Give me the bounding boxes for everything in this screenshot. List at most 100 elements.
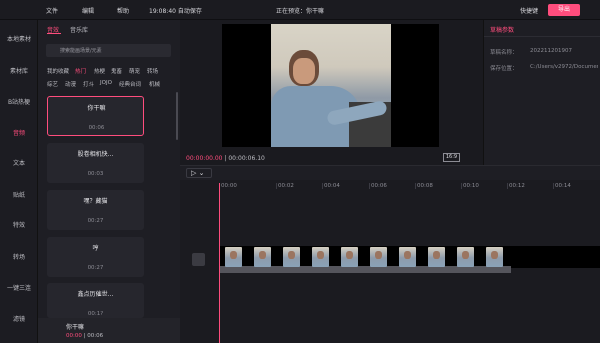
nav-effects[interactable]: 特效 <box>0 220 38 229</box>
props-title: 草稿参数 <box>490 27 515 34</box>
nav-local-media[interactable]: 本地素材 <box>0 34 38 43</box>
thumbnail-face <box>375 251 382 259</box>
sound-card[interactable]: 哼 00:27 <box>47 237 144 277</box>
props-divider <box>484 36 600 37</box>
clip-thumbnail <box>254 247 271 267</box>
sound-card[interactable]: 嘿？藏猫 00:27 <box>47 190 144 230</box>
category-jojo[interactable]: JOJO <box>100 80 112 86</box>
ruler-label: 00:04 <box>324 183 340 189</box>
sound-card-name: 股卷相机快... <box>77 151 114 158</box>
save-location-label: 保存位置： <box>490 66 518 72</box>
thumbnail-face <box>259 251 266 259</box>
nav-triple-action[interactable]: 一键三连 <box>0 283 38 292</box>
thumbnail-face <box>288 251 295 259</box>
track-toggle-button[interactable] <box>192 253 205 266</box>
ruler-label: 00:02 <box>278 183 294 189</box>
select-tool-button[interactable]: ▷ ⌄ <box>186 168 212 178</box>
clip-thumbnail <box>283 247 300 267</box>
pointer-icon: ▷ ⌄ <box>191 169 205 177</box>
category-remix[interactable]: 鬼畜 <box>111 67 122 75</box>
ruler-tick <box>415 183 416 189</box>
nav-transitions[interactable]: 转场 <box>0 252 38 261</box>
ruler-tick <box>369 183 370 189</box>
preview-total-time: 00:00:06.10 <box>228 155 265 162</box>
thumbnail-face <box>491 251 498 259</box>
ruler-label: 00:00 <box>221 183 237 189</box>
ruler-label: 00:14 <box>555 183 571 189</box>
clip-thumbnail <box>428 247 445 267</box>
save-location-value: C:/Users/v2972/Documents <box>530 64 598 70</box>
nav-media-library[interactable]: 素材库 <box>0 66 38 75</box>
preview-timecode: 00:00:00.00 | 00:00:06.10 <box>186 155 265 162</box>
nav-filters[interactable]: 滤镜 <box>0 314 38 323</box>
audio-player-bar <box>38 318 180 343</box>
sound-card-duration: 00:27 <box>87 265 104 271</box>
sound-card-duration: 00:1? <box>87 311 104 317</box>
thumbnail-face <box>230 251 237 259</box>
sound-card-name: 哼 <box>92 245 99 252</box>
category-transitions[interactable]: 转场 <box>147 67 158 75</box>
category-memes[interactable]: 热梗 <box>94 67 105 75</box>
nav-stickers[interactable]: 贴纸 <box>0 190 38 199</box>
sound-card[interactable]: 股卷相机快... 00:03 <box>47 143 144 183</box>
preview-current-time: 00:00:00.00 <box>186 155 223 162</box>
thumbnail-face <box>346 251 353 259</box>
ruler-tick <box>461 183 462 189</box>
category-fighting[interactable]: 打斗 <box>83 80 94 88</box>
draft-name-label: 草稿名称： <box>490 50 518 56</box>
thumbnail-face <box>433 251 440 259</box>
category-mechanical[interactable]: 机械 <box>149 80 160 88</box>
ruler-tick <box>507 183 508 189</box>
clip-thumbnail <box>341 247 358 267</box>
category-pets[interactable]: 萌宠 <box>129 67 140 75</box>
clip-thumbnail <box>312 247 329 267</box>
library-scrollbar[interactable] <box>176 92 178 140</box>
search-placeholder: 搜索能画场景/元素 <box>60 48 102 54</box>
nav-audio[interactable]: 音频 <box>0 128 38 137</box>
thumbnail-face <box>404 251 411 259</box>
sound-card-name: 你干嘛 <box>87 105 106 112</box>
clip-thumbnail <box>225 247 242 267</box>
category-classic-lines[interactable]: 经典台词 <box>119 80 141 88</box>
sound-card[interactable]: 你干嘛 00:06 <box>47 96 144 136</box>
export-button[interactable]: 导出 <box>548 4 580 16</box>
ruler-tick <box>276 183 277 189</box>
sound-card-duration: 00:27 <box>87 218 104 224</box>
sound-card-duration: 00:06 <box>88 125 105 131</box>
category-hot[interactable]: 热门 <box>75 67 86 75</box>
clip-thumbnail <box>399 247 416 267</box>
sound-card[interactable]: 鑫点历催世... 00:1? <box>47 283 144 318</box>
ruler-label: 00:10 <box>463 183 479 189</box>
player-track-name: 你干嘛 <box>66 324 85 331</box>
shortcut-button[interactable]: 快捷键 <box>520 6 538 15</box>
aspect-ratio-button[interactable]: 16:9 <box>443 153 460 162</box>
video-person-face <box>293 58 315 84</box>
draft-name-value: 202211201907 <box>530 48 572 54</box>
sound-card-name: 鑫点历催世... <box>77 291 114 298</box>
ruler-label: 00:12 <box>509 183 525 189</box>
sound-card-name: 嘿？藏猫 <box>83 198 108 205</box>
category-anime[interactable]: 动漫 <box>65 80 76 88</box>
category-favorites[interactable]: 我的收藏 <box>47 67 69 75</box>
clip-thumbnail <box>457 247 474 267</box>
clip-thumbnail <box>370 247 387 267</box>
ruler-tick <box>322 183 323 189</box>
player-total-time: 00:06 <box>87 333 104 339</box>
category-variety[interactable]: 综艺 <box>47 80 58 88</box>
thumbnail-face <box>462 251 469 259</box>
preview-title: 正在预览：你干嘛 <box>275 8 324 15</box>
thumbnail-face <box>317 251 324 259</box>
nav-text[interactable]: 文本 <box>0 158 38 167</box>
ruler-label: 00:06 <box>371 183 387 189</box>
sound-card-duration: 00:03 <box>87 171 104 177</box>
clip-thumbnail <box>486 247 503 267</box>
ruler-tick <box>553 183 554 189</box>
timeline-playhead[interactable] <box>219 183 220 343</box>
draft-properties-panel <box>483 20 600 165</box>
video-frame <box>271 24 391 147</box>
tab-music-library[interactable]: 音乐库 <box>70 25 88 34</box>
nav-bilibili-memes[interactable]: B站热梗 <box>0 97 38 106</box>
active-tab-indicator <box>47 33 61 34</box>
video-clip[interactable] <box>220 266 511 273</box>
player-current-time: 00:00 <box>66 333 82 339</box>
